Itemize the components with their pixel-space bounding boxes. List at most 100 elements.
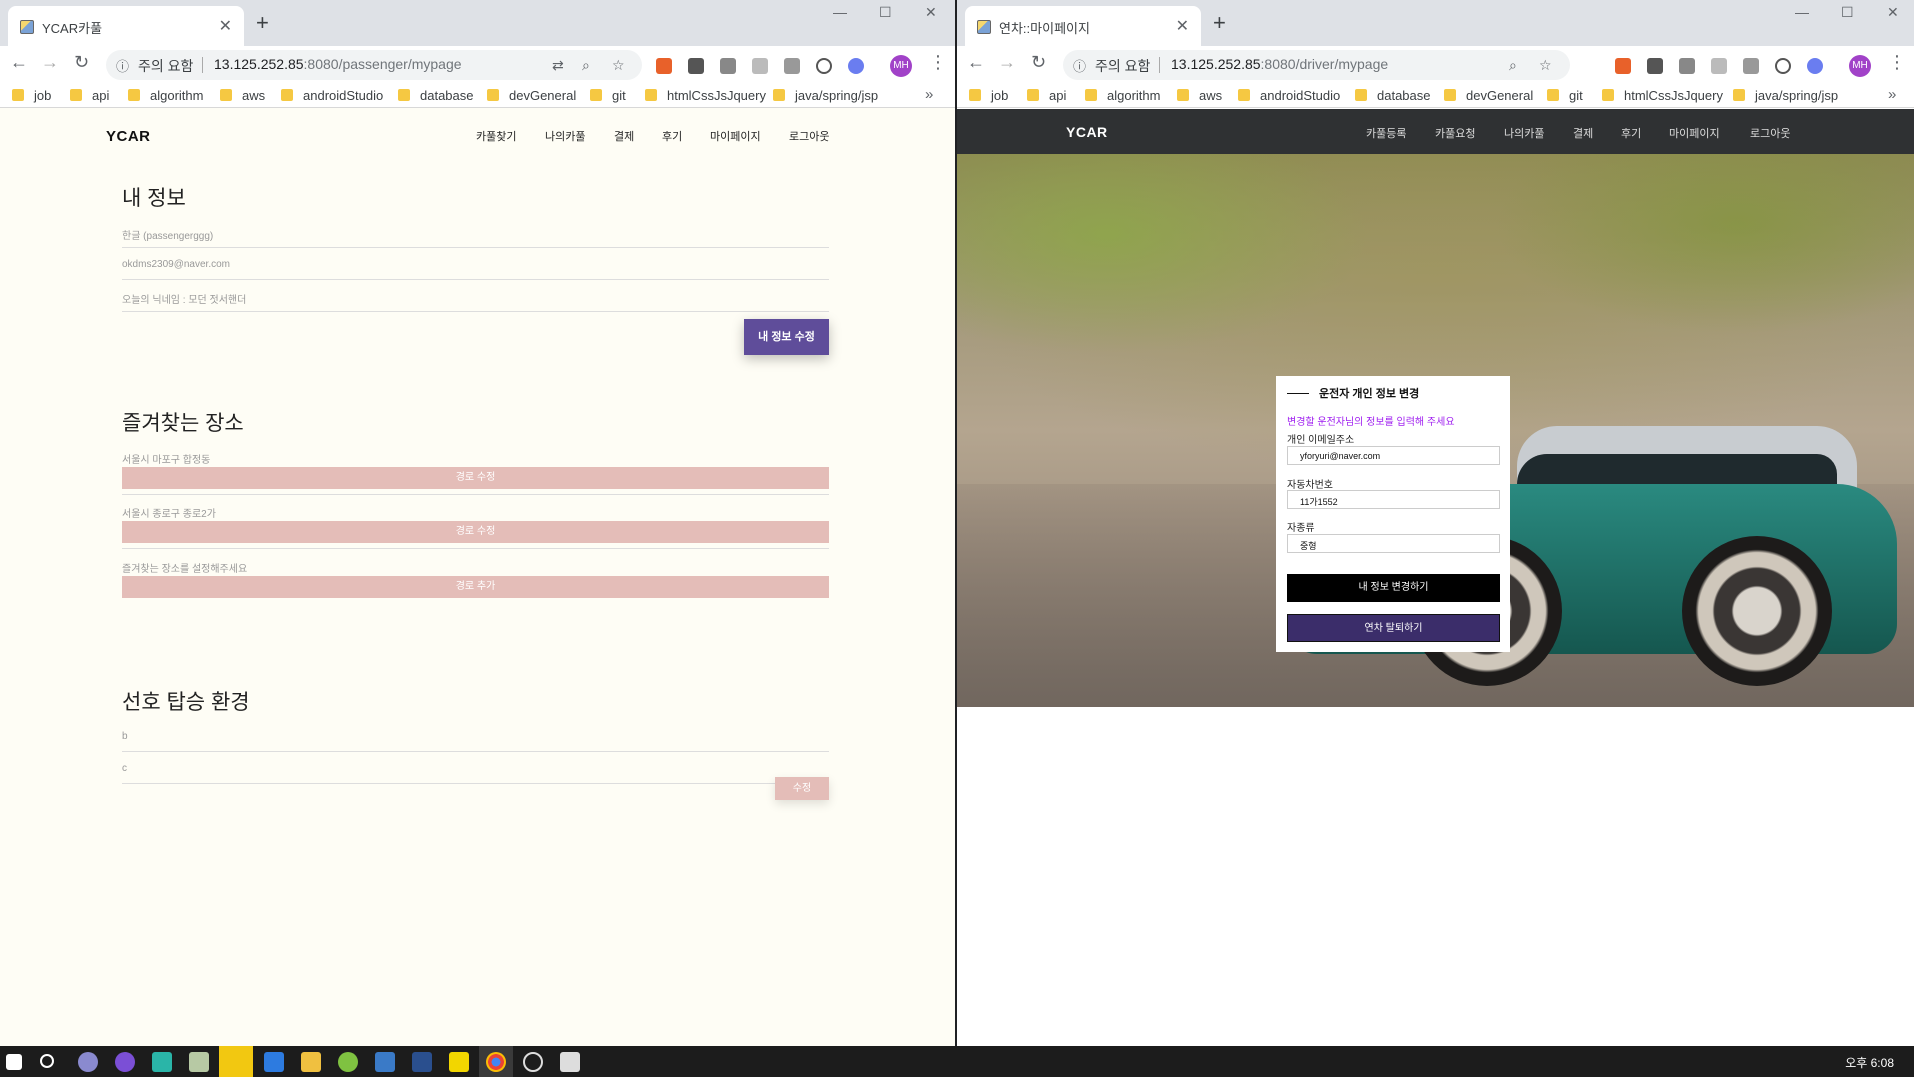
forward-icon[interactable]: → (998, 52, 1016, 73)
extension-icon[interactable] (1775, 58, 1791, 74)
car-type-input[interactable]: 중형 (1287, 534, 1500, 553)
maximize-icon[interactable]: ☐ (1841, 4, 1854, 21)
extension-icon[interactable] (1679, 58, 1695, 74)
bookmark-folder[interactable]: devGeneral (1444, 88, 1533, 103)
extension-icon[interactable] (1743, 58, 1759, 74)
nav-logout[interactable]: 로그아웃 (1750, 125, 1790, 141)
app-icon[interactable] (189, 1052, 209, 1072)
bookmark-star-icon[interactable]: ☆ (1539, 57, 1552, 74)
bookmark-folder[interactable]: devGeneral (487, 88, 576, 103)
reload-icon[interactable]: ↻ (1031, 52, 1046, 73)
forward-icon[interactable]: → (41, 52, 59, 73)
extension-icon[interactable] (816, 58, 832, 74)
minimize-icon[interactable]: — (1795, 4, 1809, 20)
photos-icon[interactable] (560, 1052, 580, 1072)
extension-icon[interactable] (688, 58, 704, 74)
nav-carpool-requests[interactable]: 카풀요청 (1435, 125, 1475, 141)
nav-logout[interactable]: 로그아웃 (789, 128, 829, 144)
extension-icon[interactable] (752, 58, 768, 74)
extension-icon[interactable] (720, 58, 736, 74)
nav-register-carpool[interactable]: 카풀등록 (1366, 125, 1406, 141)
file-explorer-icon[interactable] (301, 1052, 321, 1072)
bookmark-folder[interactable]: algorithm (128, 88, 203, 103)
edit-my-info-button[interactable]: 내 정보 수정 (744, 319, 829, 355)
extension-icon[interactable] (1711, 58, 1727, 74)
browser-tab[interactable]: YCAR카풀 ✕ (8, 6, 244, 46)
bookmark-folder[interactable]: git (1547, 88, 1583, 103)
email-input[interactable]: yforyuri@naver.com (1287, 446, 1500, 465)
windows-start-icon[interactable] (6, 1054, 22, 1070)
bookmark-folder[interactable]: htmlCssJsJquery (1602, 88, 1723, 103)
profile-avatar[interactable]: MH (1849, 55, 1871, 77)
new-tab-icon[interactable]: + (256, 10, 269, 36)
bookmark-folder[interactable]: git (590, 88, 626, 103)
site-logo[interactable]: YCAR (1066, 124, 1108, 140)
extension-icon[interactable] (784, 58, 800, 74)
back-icon[interactable]: ← (967, 52, 985, 73)
bookmark-folder[interactable]: aws (220, 88, 265, 103)
translate-icon[interactable]: ⇄ (552, 57, 564, 74)
close-tab-icon[interactable]: ✕ (219, 16, 232, 36)
bookmark-folder[interactable]: htmlCssJsJquery (645, 88, 766, 103)
kakaotalk-taskbar-button[interactable] (219, 1046, 253, 1077)
bookmark-star-icon[interactable]: ☆ (612, 57, 625, 74)
close-window-icon[interactable]: ✕ (1887, 4, 1899, 21)
info-icon[interactable]: ⓘ (116, 56, 129, 75)
nav-mypage[interactable]: 마이페이지 (710, 128, 761, 144)
bookmark-folder[interactable]: java/spring/jsp (1733, 88, 1838, 103)
nav-mypage[interactable]: 마이페이지 (1669, 125, 1720, 141)
extension-rss-icon[interactable] (656, 58, 672, 74)
app-icon[interactable] (115, 1052, 135, 1072)
extension-icon[interactable] (1807, 58, 1823, 74)
app-icon[interactable] (78, 1052, 98, 1072)
bookmark-folder[interactable]: androidStudio (281, 88, 383, 103)
maximize-icon[interactable]: ☐ (879, 4, 892, 21)
bookmark-folder[interactable]: job (12, 88, 51, 103)
edit-route-button[interactable]: 경로 수정 (122, 521, 829, 543)
zoom-icon[interactable]: ⌕ (1509, 57, 1517, 74)
extension-icon[interactable] (848, 58, 864, 74)
address-bar[interactable]: ⓘ 주의 요함 13.125.252.85:8080/driver/mypage… (1063, 50, 1570, 80)
search-icon[interactable] (40, 1054, 54, 1068)
edit-route-button[interactable]: 경로 수정 (122, 467, 829, 489)
bookmark-folder[interactable]: database (1355, 88, 1431, 103)
sticky-notes-icon[interactable] (449, 1052, 469, 1072)
info-icon[interactable]: ⓘ (1073, 56, 1086, 75)
address-bar[interactable]: ⓘ 주의 요함 13.125.252.85:8080/passenger/myp… (106, 50, 642, 80)
nav-my-carpool[interactable]: 나의카풀 (545, 128, 585, 144)
vscode-icon[interactable] (264, 1052, 284, 1072)
nav-reviews[interactable]: 후기 (1621, 125, 1641, 141)
bookmark-folder[interactable]: api (70, 88, 109, 103)
site-logo[interactable]: YCAR (106, 128, 151, 145)
add-route-button[interactable]: 경로 추가 (122, 576, 829, 598)
close-tab-icon[interactable]: ✕ (1176, 16, 1189, 36)
new-tab-icon[interactable]: + (1213, 10, 1226, 36)
nav-reviews[interactable]: 후기 (662, 128, 682, 144)
close-window-icon[interactable]: ✕ (925, 4, 937, 21)
minimize-icon[interactable]: — (833, 4, 847, 20)
reload-icon[interactable]: ↻ (74, 52, 89, 73)
profile-avatar[interactable]: MH (890, 55, 912, 77)
chrome-icon[interactable] (486, 1052, 506, 1072)
bookmark-folder[interactable]: database (398, 88, 474, 103)
bookmark-folder[interactable]: api (1027, 88, 1066, 103)
bookmark-folder[interactable]: androidStudio (1238, 88, 1340, 103)
bookmark-folder[interactable]: aws (1177, 88, 1222, 103)
bookmark-folder[interactable]: job (969, 88, 1008, 103)
settings-icon[interactable] (523, 1052, 543, 1072)
nav-find-carpool[interactable]: 카풀찾기 (476, 128, 516, 144)
app-icon[interactable] (412, 1052, 432, 1072)
app-icon[interactable] (152, 1052, 172, 1072)
bookmark-folder[interactable]: algorithm (1085, 88, 1160, 103)
nav-payment[interactable]: 결제 (614, 128, 634, 144)
withdraw-button[interactable]: 연차 탈퇴하기 (1287, 614, 1500, 642)
more-bookmarks-icon[interactable]: » (1888, 86, 1896, 103)
extension-icon[interactable] (1647, 58, 1663, 74)
bookmark-folder[interactable]: java/spring/jsp (773, 88, 878, 103)
update-info-button[interactable]: 내 정보 변경하기 (1287, 574, 1500, 602)
app-icon[interactable] (338, 1052, 358, 1072)
edit-preferences-button[interactable]: 수정 (775, 777, 829, 800)
nav-my-carpool[interactable]: 나의카풀 (1504, 125, 1544, 141)
back-icon[interactable]: ← (10, 52, 28, 73)
browser-tab[interactable]: 연차::마이페이지 ✕ (965, 6, 1201, 46)
